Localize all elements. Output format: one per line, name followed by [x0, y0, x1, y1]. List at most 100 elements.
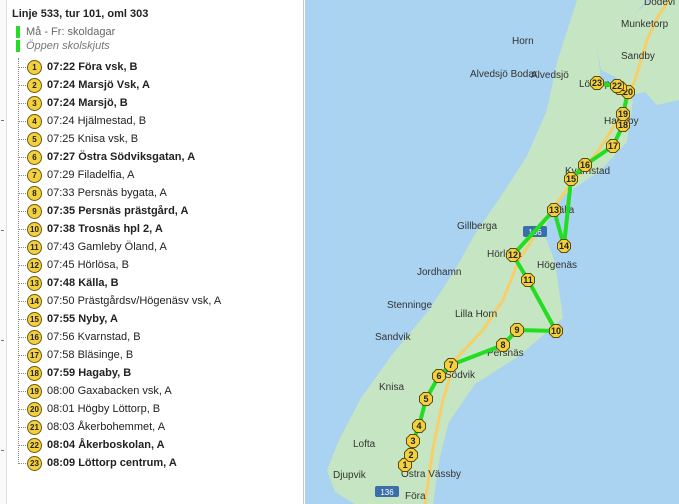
stop-row[interactable]: 9 07:35 Persnäs prästgård, A: [18, 202, 188, 220]
tree-branch: [18, 336, 26, 338]
stop-label: 07:38 Trosnäs hpl 2, A: [47, 223, 163, 235]
map-canvas[interactable]: 136 136 DödeviMunketorpSandbyHornAlvedsj…: [305, 0, 679, 504]
stop-name: Marsjö, B: [78, 97, 128, 109]
stop-time: 07:38: [47, 223, 76, 235]
stop-number-badge: 13: [27, 275, 42, 291]
marker-number: 6: [436, 371, 441, 381]
stop-row[interactable]: 7 07:29 Filadelfia, A: [18, 166, 134, 184]
marker-number: 8: [500, 340, 505, 350]
stop-row[interactable]: 19 08:00 Gaxabacken vsk, A: [18, 382, 172, 400]
marker-number: 2: [408, 450, 413, 460]
stop-name: Nyby, A: [78, 313, 118, 325]
stop-name: Löttorp centrum, A: [78, 457, 177, 469]
stop-row[interactable]: 1 07:22 Föra vsk, B: [18, 58, 138, 76]
stop-name: Gaxabacken vsk, A: [77, 385, 172, 397]
stop-label: 07:24 Marsjö Vsk, A: [47, 79, 150, 91]
stop-row[interactable]: 21 08:03 Åkerbohemmet, A: [18, 418, 165, 436]
route-stop-marker[interactable]: 3: [406, 434, 420, 448]
stop-row[interactable]: 16 07:56 Kvarnstad, B: [18, 328, 141, 346]
stop-name: Bläsinge, B: [77, 349, 134, 361]
stop-row[interactable]: 22 08:04 Åkerboskolan, A: [18, 436, 165, 454]
stop-name: Knisa vsk, B: [77, 133, 139, 145]
stop-number-badge: 8: [27, 185, 42, 201]
route-stop-marker[interactable]: 15: [564, 172, 578, 186]
stop-time: 07:58: [47, 349, 75, 361]
calendar-row-weekdays: Må - Fr: skoldagar: [16, 25, 115, 38]
stop-row[interactable]: 3 07:24 Marsjö, B: [18, 94, 128, 112]
road-shield-south: 136: [375, 486, 399, 497]
place-label: Dödevi: [644, 0, 675, 8]
route-stop-marker[interactable]: 5: [419, 392, 433, 406]
stop-row[interactable]: 23 08:09 Löttorp centrum, A: [18, 454, 177, 472]
route-stop-marker[interactable]: 11: [521, 273, 535, 287]
marker-number: 22: [612, 81, 622, 91]
route-stop-marker[interactable]: 23: [590, 76, 604, 90]
stop-row[interactable]: 8 07:33 Persnäs bygata, A: [18, 184, 167, 202]
route-stop-marker[interactable]: 13: [547, 203, 561, 217]
route-stop-marker[interactable]: 17: [606, 139, 620, 153]
stop-name: Högby Löttorp, B: [77, 403, 161, 415]
stop-row[interactable]: 13 07:48 Källa, B: [18, 274, 119, 292]
stop-time: 07:29: [47, 169, 75, 181]
stop-time: 07:35: [47, 205, 76, 217]
route-stop-marker[interactable]: 22: [610, 79, 624, 93]
stop-row[interactable]: 6 07:27 Östra Södviksgatan, A: [18, 148, 195, 166]
route-stop-marker[interactable]: 12: [506, 248, 520, 262]
stop-time: 08:04: [47, 439, 76, 451]
stop-label: 08:00 Gaxabacken vsk, A: [47, 385, 172, 397]
stop-row[interactable]: 14 07:50 Prästgårdsv/Högenäsv vsk, A: [18, 292, 221, 310]
marker-number: 3: [410, 436, 415, 446]
stop-row[interactable]: 2 07:24 Marsjö Vsk, A: [18, 76, 150, 94]
stop-row[interactable]: 4 07:24 Hjälmestad, B: [18, 112, 146, 130]
stop-number-badge: 11: [27, 239, 42, 255]
stop-row[interactable]: 15 07:55 Nyby, A: [18, 310, 118, 328]
marker-number: 13: [549, 205, 559, 215]
stop-label: 08:03 Åkerbohemmet, A: [47, 421, 165, 433]
stop-label: 08:09 Löttorp centrum, A: [47, 457, 177, 469]
place-label: Sandvik: [375, 332, 412, 343]
stop-row[interactable]: 11 07:43 Gamleby Öland, A: [18, 238, 167, 256]
route-stop-marker[interactable]: 19: [616, 107, 630, 121]
tree-branch: [18, 282, 26, 284]
stop-label: 07:43 Gamleby Öland, A: [47, 241, 167, 253]
stop-time: 07:43: [47, 241, 75, 253]
stop-row[interactable]: 20 08:01 Högby Löttorp, B: [18, 400, 160, 418]
place-label: Lofta: [353, 439, 376, 450]
route-stop-marker[interactable]: 7: [444, 358, 458, 372]
place-label: Föra: [405, 491, 426, 502]
stop-label: 07:24 Marsjö, B: [47, 97, 128, 109]
marker-number: 4: [416, 421, 421, 431]
stop-number-badge: 17: [27, 347, 42, 363]
stop-name: Källa, B: [78, 277, 119, 289]
stop-number-badge: 15: [27, 311, 42, 327]
map-view[interactable]: 136 136 Dödevi Munketorp Sandby Horn Alvedsj…: [305, 0, 679, 504]
stop-row[interactable]: 17 07:58 Bläsinge, B: [18, 346, 133, 364]
stop-time: 07:55: [47, 313, 76, 325]
stop-row[interactable]: 10 07:38 Trosnäs hpl 2, A: [18, 220, 163, 238]
place-label: Knisa: [379, 382, 404, 393]
route-stop-marker[interactable]: 4: [412, 419, 426, 433]
panel-edge-strip[interactable]: [0, 0, 7, 504]
stop-label: 07:59 Hagaby, B: [47, 367, 131, 379]
stop-row[interactable]: 5 07:25 Knisa vsk, B: [18, 130, 138, 148]
stop-label: 07:48 Källa, B: [47, 277, 119, 289]
stop-number-badge: 21: [27, 419, 42, 435]
calendar-row-open: Öppen skolskjuts: [16, 39, 110, 52]
stop-row[interactable]: 12 07:45 Hörlösa, B: [18, 256, 129, 274]
route-stop-marker[interactable]: 16: [578, 158, 592, 172]
route-stop-marker[interactable]: 10: [549, 324, 563, 338]
stop-number-badge: 5: [27, 131, 42, 147]
stop-number-badge: 9: [27, 203, 42, 219]
stop-time: 08:09: [47, 457, 76, 469]
route-stop-marker[interactable]: 2: [404, 448, 418, 462]
stop-number-badge: 12: [27, 257, 42, 273]
tree-branch: [18, 372, 26, 374]
route-stop-marker[interactable]: 6: [432, 369, 446, 383]
route-stop-marker[interactable]: 8: [496, 338, 510, 352]
route-stop-marker[interactable]: 14: [557, 239, 571, 253]
stop-row[interactable]: 18 07:59 Hagaby, B: [18, 364, 131, 382]
tree-branch: [18, 228, 26, 230]
route-stop-marker[interactable]: 9: [510, 323, 524, 337]
place-label: Munketorp: [621, 19, 669, 30]
stop-number-badge: 7: [27, 167, 42, 183]
